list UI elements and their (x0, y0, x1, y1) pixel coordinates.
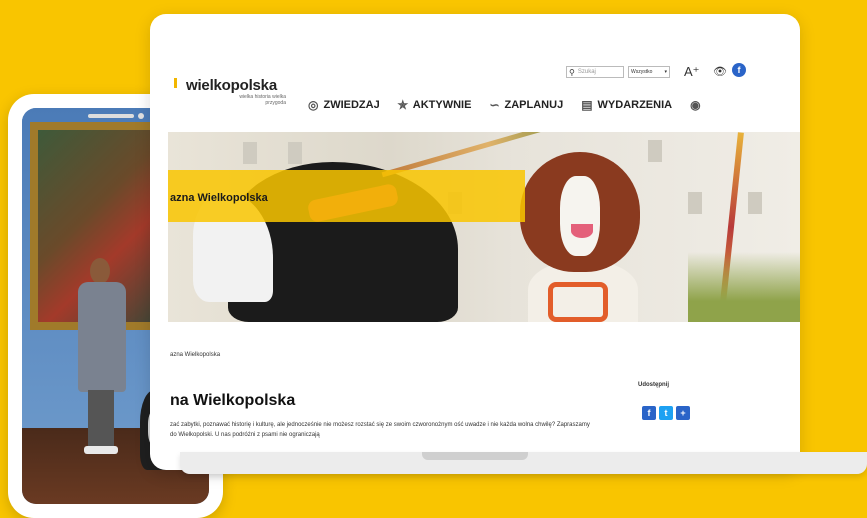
logo-tagline: wielka historia wielka przygoda (239, 94, 286, 106)
nav-label: WYDARZENIA (597, 99, 673, 111)
plants (688, 252, 800, 322)
article-title: na Wielkopolska (170, 392, 296, 409)
site-logo[interactable]: wielkopolska (186, 77, 277, 94)
add-share-icon[interactable]: + (676, 406, 690, 420)
route-icon: ∽ (489, 98, 500, 112)
building-window (288, 142, 302, 164)
map-pin-icon: ◉ (690, 98, 701, 112)
facebook-icon[interactable]: f (732, 63, 746, 77)
dog-tongue (571, 224, 593, 238)
nav-item-zwiedzaj[interactable]: ◎ ZWIEDZAJ (308, 98, 380, 112)
calendar-icon: ▤ (581, 98, 593, 112)
nav-label: AKTYWNIE (412, 99, 472, 111)
nav-label: ZAPLANUJ (504, 99, 564, 111)
main-nav: ◎ ZWIEDZAJ ✯ AKTYWNIE ∽ ZAPLANUJ ▤ WYDAR… (308, 98, 719, 112)
nav-item-aktywnie[interactable]: ✯ AKTYWNIE (398, 98, 472, 112)
twitter-share-icon[interactable]: t (659, 406, 673, 420)
phone-speaker (88, 114, 134, 118)
brown-dog-face (560, 176, 600, 256)
chevron-down-icon: ▾ (664, 69, 667, 75)
phone-camera (138, 113, 144, 119)
logo-mark (174, 78, 177, 88)
share-label: Udostępnij (638, 382, 669, 388)
article-body: zać zabytki, poznawać historię i kulturę… (170, 422, 590, 438)
compass-icon: ◎ (308, 98, 319, 112)
orange-harness (548, 282, 608, 322)
search-input[interactable]: ⚲ Szukaj (566, 66, 624, 78)
woman-figure (74, 258, 128, 458)
search-placeholder: Szukaj (577, 69, 596, 75)
facebook-share-icon[interactable]: f (642, 406, 656, 420)
search-icon: ⚲ (569, 67, 575, 77)
breadcrumb[interactable]: azna Wielkopolska (170, 352, 220, 358)
website-screen: wielkopolska wielka historia wielka przy… (168, 30, 800, 470)
nav-label: ZWIEDZAJ (323, 99, 380, 111)
nav-item-wydarzenia[interactable]: ▤ WYDARZENIA (581, 98, 672, 112)
contrast-eye-icon[interactable]: 👁 (713, 65, 727, 78)
hero-image (168, 132, 800, 322)
share-icons: f t + (642, 406, 690, 420)
hero-title: azna Wielkopolska (170, 192, 268, 204)
building-window (748, 192, 762, 214)
laptop-mockup: wielkopolska wielka historia wielka przy… (150, 14, 800, 470)
laptop-notch (422, 452, 528, 460)
search-scope-value: Wszystko (631, 69, 653, 75)
font-size-toggle[interactable]: A⁺ (684, 64, 700, 80)
building-window (688, 192, 702, 214)
nav-item-map[interactable]: ◉ (690, 98, 700, 112)
building-window (243, 142, 257, 164)
nav-item-zaplanuj[interactable]: ∽ ZAPLANUJ (489, 98, 563, 112)
search-scope-select[interactable]: Wszystko ▾ (628, 66, 670, 78)
runner-icon: ✯ (397, 98, 408, 112)
building-window (648, 140, 662, 162)
